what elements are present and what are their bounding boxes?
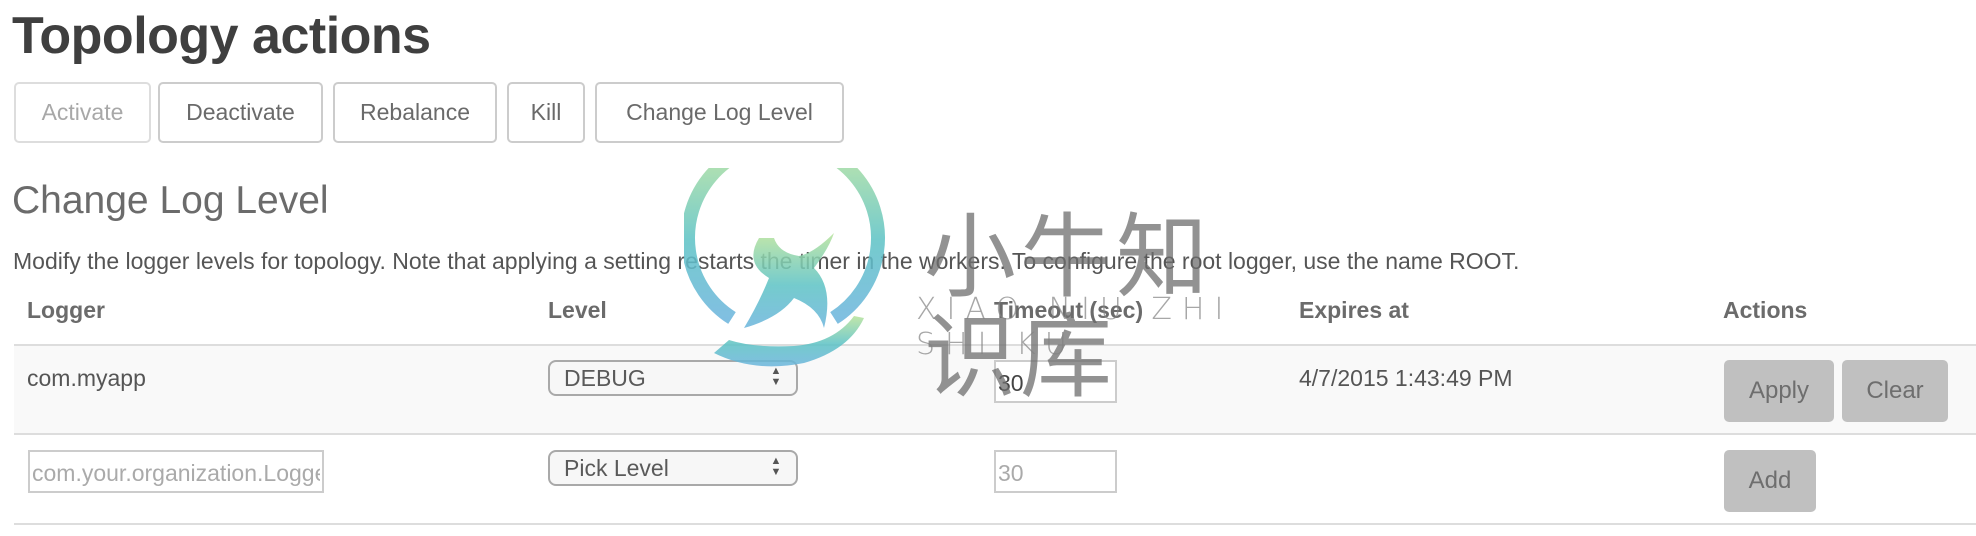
column-header-timeout: Timeout (sec) xyxy=(994,297,1144,323)
activate-button[interactable]: Activate xyxy=(14,82,151,143)
column-header-actions: Actions xyxy=(1723,297,1808,323)
change-log-level-button[interactable]: Change Log Level xyxy=(595,82,844,143)
expires-at: 4/7/2015 1:43:49 PM xyxy=(1299,365,1513,391)
section-title: Change Log Level xyxy=(12,179,329,222)
new-logger-input[interactable] xyxy=(28,450,324,493)
apply-button[interactable]: Apply xyxy=(1724,360,1834,422)
divider xyxy=(14,433,1976,435)
divider xyxy=(14,344,1976,346)
column-header-expires: Expires at xyxy=(1299,297,1409,323)
column-header-logger: Logger xyxy=(27,297,105,323)
level-select-value: DEBUG xyxy=(564,365,646,391)
clear-button[interactable]: Clear xyxy=(1842,360,1948,422)
select-arrows-icon: ▲ ▼ xyxy=(770,455,782,478)
page-title: Topology actions xyxy=(12,7,431,65)
deactivate-button[interactable]: Deactivate xyxy=(158,82,323,143)
level-select[interactable]: DEBUG ▲ ▼ xyxy=(548,360,798,396)
rebalance-button[interactable]: Rebalance xyxy=(333,82,497,143)
new-level-select-value: Pick Level xyxy=(564,455,669,481)
section-description: Modify the logger levels for topology. N… xyxy=(13,248,1520,274)
divider xyxy=(14,523,1976,525)
add-button[interactable]: Add xyxy=(1724,450,1816,512)
kill-button[interactable]: Kill xyxy=(507,82,585,143)
logger-name: com.myapp xyxy=(27,365,146,391)
select-arrows-icon: ▲ ▼ xyxy=(770,365,782,388)
new-timeout-input[interactable] xyxy=(994,450,1117,493)
column-header-level: Level xyxy=(548,297,607,323)
timeout-input[interactable] xyxy=(994,360,1117,403)
new-level-select[interactable]: Pick Level ▲ ▼ xyxy=(548,450,798,486)
